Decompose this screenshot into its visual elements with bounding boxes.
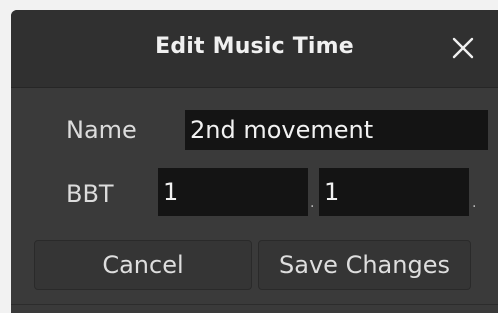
name-label: Name (66, 116, 137, 144)
bbt-label: BBT (66, 180, 114, 208)
bbt-bars-input[interactable] (158, 168, 308, 216)
dialog-bottom-divider (11, 304, 498, 305)
name-input[interactable] (185, 110, 488, 150)
save-changes-button[interactable]: Save Changes (258, 240, 471, 290)
edit-music-time-dialog: Edit Music Time Name BBT . . Cancel Save… (11, 10, 498, 313)
close-icon (452, 37, 474, 59)
cancel-button[interactable]: Cancel (34, 240, 252, 290)
bbt-separator-trailing: . (472, 195, 477, 211)
bbt-separator: . (310, 195, 315, 211)
dialog-title: Edit Music Time (155, 34, 354, 59)
bbt-beats-input[interactable] (319, 168, 469, 216)
close-button[interactable] (447, 32, 479, 64)
dialog-titlebar: Edit Music Time (11, 10, 498, 88)
